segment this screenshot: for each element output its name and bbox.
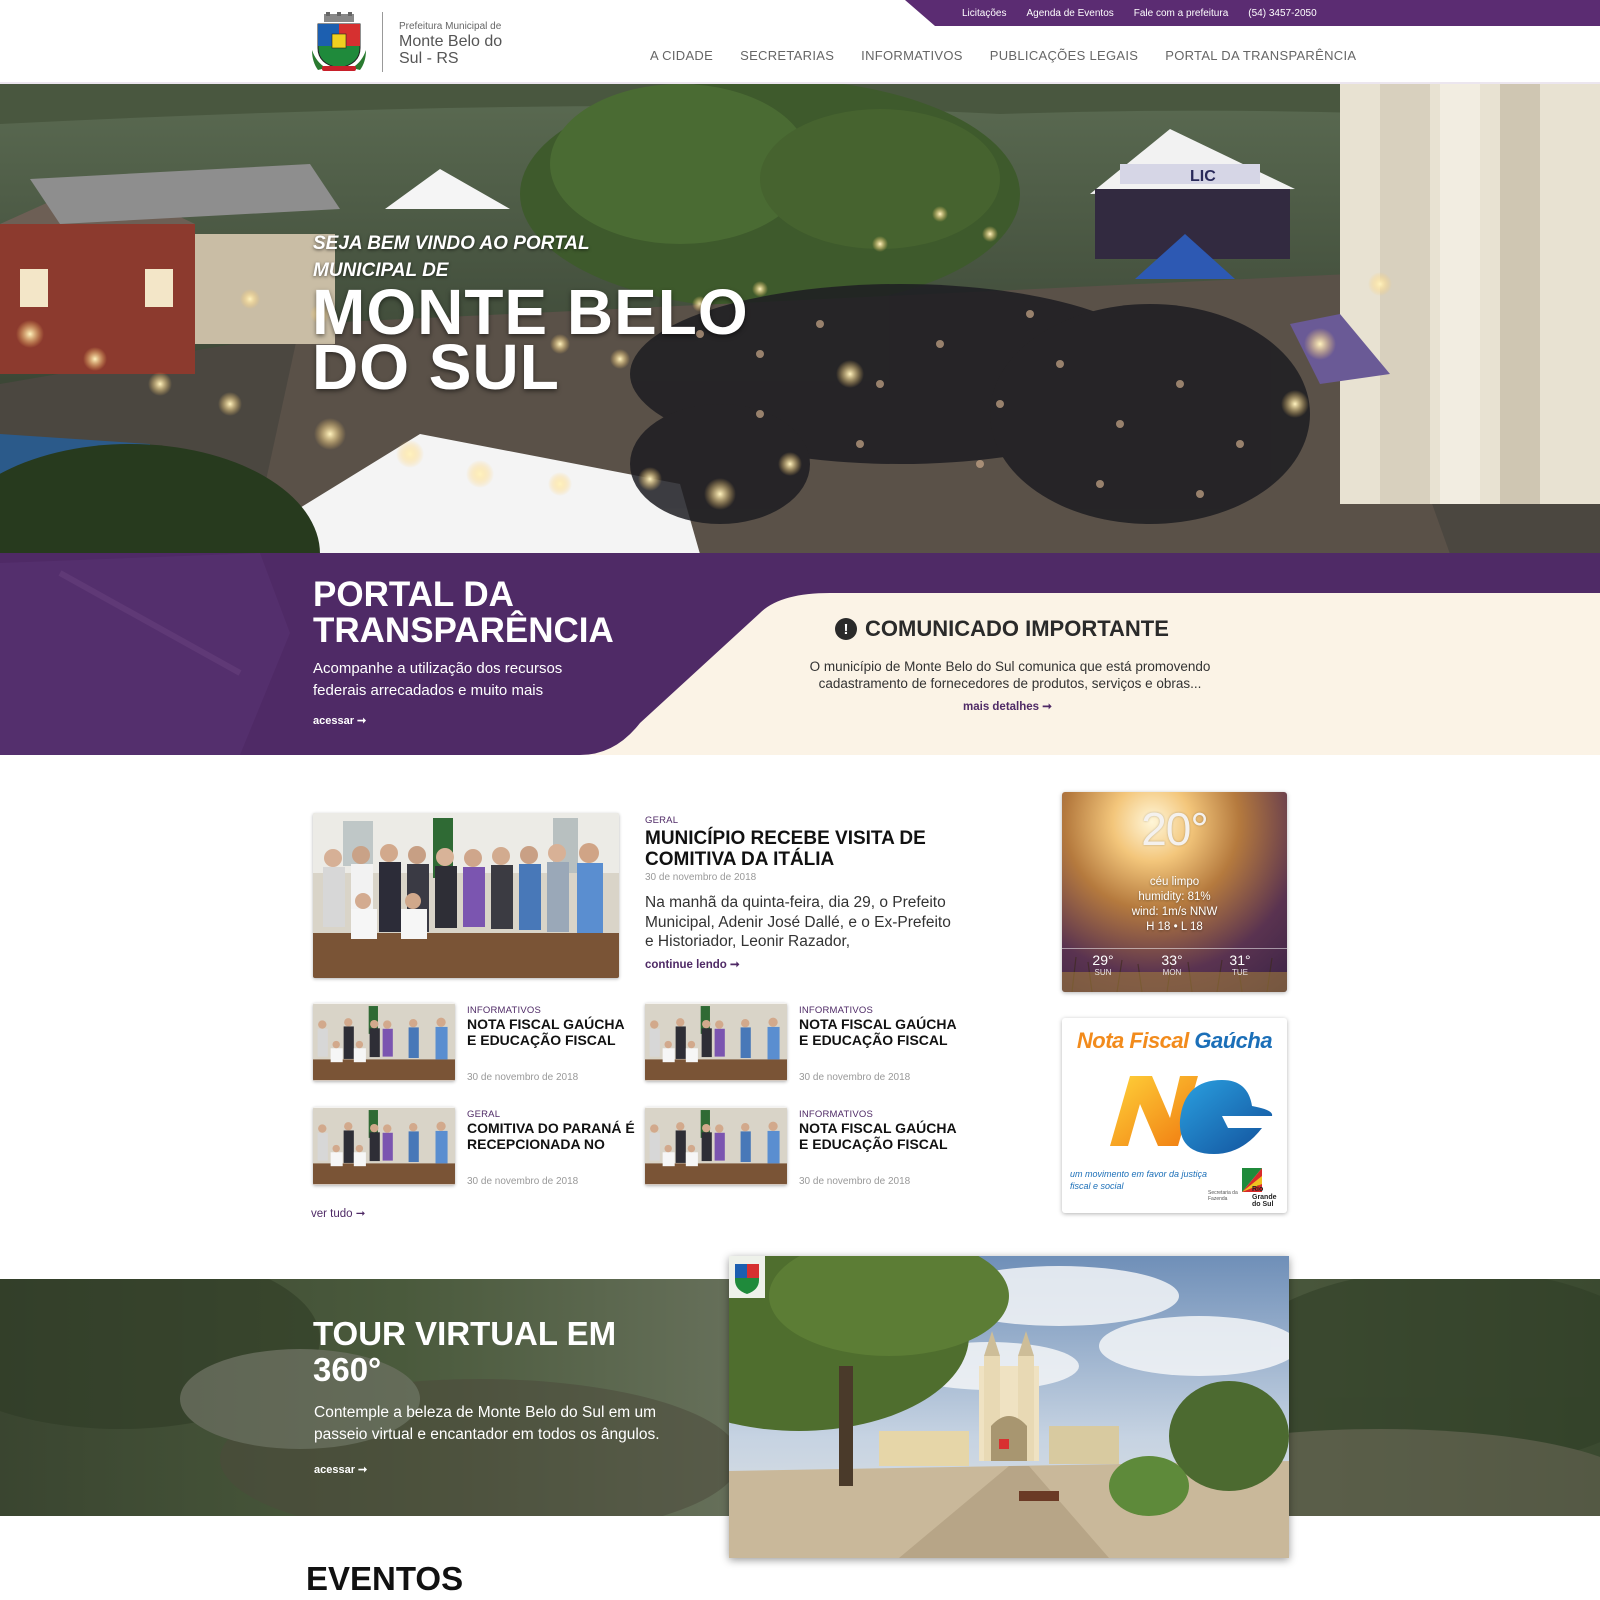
forecast-day-name: MON (1162, 968, 1182, 977)
virtual-tour-preview[interactable] (729, 1256, 1289, 1558)
notice-title: COMUNICADO IMPORTANTE (865, 616, 1169, 641)
featured-news-excerpt: Na manhã da quinta-feira, dia 29, o Pref… (645, 894, 951, 950)
current-temperature: 20° (1141, 803, 1209, 855)
hero-photo: LIC (0, 84, 1600, 554)
nfg-logo-icon (1110, 1076, 1273, 1154)
tour-description: Contemple a beleza de Monte Belo do Sul … (314, 1404, 660, 1443)
nav-portal-transparencia[interactable]: PORTAL DA TRANSPARÊNCIA (1165, 48, 1356, 63)
transparency-band (0, 553, 1600, 755)
news-card-thumbnail[interactable] (645, 1003, 787, 1081)
events-heading: EVENTOS (306, 1560, 464, 1597)
weather-widget: 20° céu limpo humidity: 81% wind: 1m/s N… (1062, 792, 1287, 992)
news-card-category: GERAL (467, 1109, 501, 1120)
forecast-temp: 31° (1229, 952, 1251, 968)
forecast-day: 33° MON (1147, 952, 1197, 977)
featured-news-date: 30 de novembro de 2018 (645, 872, 757, 883)
news-card[interactable]: INFORMATIVOS NOTA FISCAL GAÚCHA E EDUCAÇ… (645, 1107, 965, 1187)
news-card-thumbnail[interactable] (313, 1003, 455, 1081)
phone-number[interactable]: (54) 3457-2050 (1248, 8, 1316, 19)
tour-access-link[interactable]: acessar ➞ (314, 1463, 367, 1476)
brand-name[interactable]: Monte Belo do Sul - RS (399, 33, 509, 67)
top-utility-links: Licitações Agenda de Eventos Fale com a … (962, 0, 1317, 26)
forecast-day: 29° SUN (1078, 952, 1128, 977)
nfg-title-part1: Nota Fiscal (1076, 1028, 1189, 1053)
logo-divider (382, 12, 383, 72)
notice-text: O município de Monte Belo do Sul comunic… (809, 659, 1211, 691)
hero-city-title: MONTE BELO DO SUL (312, 276, 749, 403)
featured-news-title[interactable]: MUNICÍPIO RECEBE VISITA DE COMITIVA DA I… (645, 828, 965, 870)
featured-news-image[interactable] (313, 813, 619, 978)
forecast-temp: 33° (1161, 952, 1183, 968)
nfg-slogan: um movimento em favor da justiça fiscal … (1070, 1169, 1208, 1191)
exclamation-icon: ! (835, 618, 857, 640)
news-card[interactable]: INFORMATIVOS NOTA FISCAL GAÚCHA E EDUCAÇ… (313, 1003, 633, 1083)
nfg-state-name: Rio Grande do Sul (1252, 1186, 1277, 1208)
news-card-title[interactable]: NOTA FISCAL GAÚCHA E EDUCAÇÃO FISCAL (467, 1016, 637, 1048)
notice-details-link[interactable]: mais detalhes ➞ (963, 699, 1052, 713)
weather-high-low: H 18 • L 18 (1146, 921, 1203, 933)
news-card-date: 30 de novembro de 2018 (467, 1176, 579, 1187)
stage-sign: LIC (1190, 168, 1216, 185)
notice-background (0, 553, 1600, 755)
news-card-title[interactable]: NOTA FISCAL GAÚCHA E EDUCAÇÃO FISCAL (799, 1120, 969, 1152)
tour-title: TOUR VIRTUAL EM 360° (313, 1315, 617, 1388)
nota-fiscal-gaucha-banner[interactable]: Nota Fiscal Gaúcha um movimento em favor… (1062, 1018, 1287, 1213)
nav-informativos[interactable]: INFORMATIVOS (861, 48, 963, 63)
news-card[interactable]: GERAL COMITIVA DO PARANÁ É RECEPCIONADA … (313, 1107, 635, 1187)
main-nav: A CIDADE SECRETARIAS INFORMATIVOS PUBLIC… (650, 48, 1356, 63)
nfg-title-part2: Gaúcha (1194, 1028, 1273, 1053)
hero-banner: LIC SEJA BEM VINDO AO PORTAL MUNICIPAL D… (0, 84, 1600, 554)
nfg-title: Nota Fiscal Gaúcha (1062, 1028, 1287, 1054)
news-card-date: 30 de novembro de 2018 (467, 1072, 579, 1083)
transparency-description: Acompanhe a utilização dos recursos fede… (313, 660, 563, 699)
continue-reading-link[interactable]: continue lendo ➞ (645, 957, 740, 971)
transparency-title: PORTAL DA TRANSPARÊNCIA (313, 575, 614, 650)
link-agenda-eventos[interactable]: Agenda de Eventos (1026, 8, 1113, 19)
forecast-day: 31° TUE (1215, 952, 1265, 977)
link-licitacoes[interactable]: Licitações (962, 8, 1006, 19)
see-all-news-link[interactable]: ver tudo ➞ (311, 1206, 365, 1220)
weather-condition: céu limpo (1149, 876, 1200, 888)
featured-news-category: GERAL (645, 815, 679, 826)
forecast-temp: 29° (1092, 952, 1114, 968)
forecast-day-name: SUN (1094, 968, 1112, 977)
coat-of-arms-logo[interactable] (312, 12, 366, 72)
news-card[interactable]: INFORMATIVOS NOTA FISCAL GAÚCHA E EDUCAÇ… (645, 1003, 965, 1083)
news-card-date: 30 de novembro de 2018 (799, 1176, 911, 1187)
nav-a-cidade[interactable]: A CIDADE (650, 48, 713, 63)
news-card-title[interactable]: COMITIVA DO PARANÁ É RECEPCIONADA NO (467, 1120, 637, 1152)
news-card-date: 30 de novembro de 2018 (799, 1072, 911, 1083)
news-card-thumbnail[interactable] (645, 1107, 787, 1185)
nav-publicacoes-legais[interactable]: PUBLICAÇÕES LEGAIS (990, 48, 1138, 63)
forecast-day-name: TUE (1232, 968, 1248, 977)
transparency-access-link[interactable]: acessar ➞ (313, 714, 366, 727)
nav-secretarias[interactable]: SECRETARIAS (740, 48, 834, 63)
weather-divider (1062, 948, 1287, 949)
notice-heading: ! COMUNICADO IMPORTANTE (835, 616, 1169, 642)
news-card-category: INFORMATIVOS (799, 1109, 874, 1120)
weather-wind: wind: 1m/s NNW (1131, 906, 1218, 918)
news-card-category: INFORMATIVOS (799, 1005, 874, 1016)
link-fale-prefeitura[interactable]: Fale com a prefeitura (1134, 8, 1229, 19)
news-card-title[interactable]: NOTA FISCAL GAÚCHA E EDUCAÇÃO FISCAL (799, 1016, 969, 1048)
news-card-thumbnail[interactable] (313, 1107, 455, 1185)
weather-humidity: humidity: 81% (1138, 891, 1211, 903)
brand-subtitle: Prefeitura Municipal de (399, 21, 502, 32)
nfg-secretaria: Secretaria da Fazenda (1208, 1190, 1238, 1202)
news-card-category: INFORMATIVOS (467, 1005, 542, 1016)
